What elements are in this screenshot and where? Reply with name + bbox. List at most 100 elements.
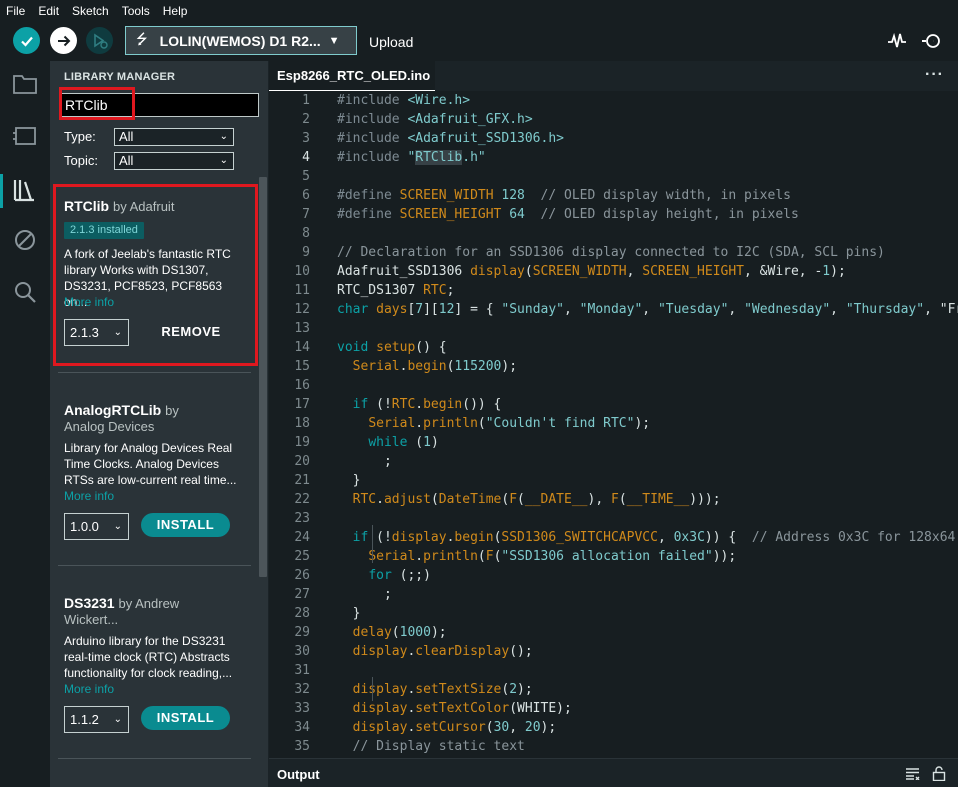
more-info-link[interactable]: More info bbox=[64, 489, 114, 503]
activity-bar bbox=[0, 61, 50, 787]
code-line[interactable]: #include <Adafruit_GFX.h> bbox=[337, 112, 533, 127]
code-line[interactable]: for (;;) bbox=[337, 568, 431, 583]
line-number: 23 bbox=[294, 511, 310, 526]
code-line[interactable]: while (1) bbox=[337, 435, 438, 450]
line-number: 31 bbox=[294, 663, 310, 678]
debug-disabled-icon[interactable] bbox=[12, 227, 38, 253]
line-number: 34 bbox=[294, 720, 310, 735]
output-tab[interactable]: Output bbox=[277, 767, 320, 782]
serial-plotter-button[interactable] bbox=[886, 30, 908, 52]
output-panel-header: Output bbox=[269, 758, 958, 787]
code-line[interactable]: #include "RTClib.h" bbox=[337, 150, 486, 165]
code-line[interactable]: } bbox=[337, 606, 361, 621]
version-select[interactable]: 1.0.0 ⌄ bbox=[64, 513, 129, 540]
line-number: 27 bbox=[294, 587, 310, 602]
library-manager-icon[interactable] bbox=[12, 177, 38, 203]
board-selector[interactable]: ⭍ LOLIN(WEMOS) D1 R2... ▼ bbox=[125, 26, 357, 55]
type-select[interactable]: All ⌄ bbox=[114, 128, 234, 146]
code-line[interactable]: display.clearDisplay(); bbox=[337, 644, 533, 659]
code-line[interactable]: display.setTextSize(2); bbox=[337, 682, 533, 697]
code-line[interactable]: RTC_DS1307 RTC; bbox=[337, 283, 454, 298]
code-line[interactable]: delay(1000); bbox=[337, 625, 447, 640]
type-value: All bbox=[119, 129, 134, 144]
code-line[interactable]: if (!RTC.begin()) { bbox=[337, 397, 502, 412]
menu-help[interactable]: Help bbox=[163, 4, 188, 18]
more-options-icon[interactable]: ··· bbox=[925, 66, 944, 84]
menu-edit[interactable]: Edit bbox=[38, 4, 59, 18]
code-line[interactable]: display.setTextColor(WHITE); bbox=[337, 701, 572, 716]
debug-icon bbox=[93, 32, 108, 49]
code-editor[interactable]: 1 2 3 4 5 6 7 8 9 10 11 12 13 14 15 16 17 18 19 20 21 22 23 24 2… bbox=[269, 91, 958, 758]
menu-file[interactable]: File bbox=[6, 4, 25, 18]
card-divider bbox=[58, 372, 251, 373]
line-number: 16 bbox=[294, 378, 310, 393]
checkmark-icon bbox=[20, 36, 33, 47]
code-line[interactable]: Serial.println("Couldn't find RTC"); bbox=[337, 416, 650, 431]
library-name: AnalogRTCLib by bbox=[64, 402, 179, 418]
line-number: 6 bbox=[302, 188, 310, 203]
code-line[interactable]: ; bbox=[337, 587, 392, 602]
active-indicator bbox=[0, 174, 3, 208]
arrow-right-icon bbox=[57, 35, 70, 46]
version-value: 1.1.2 bbox=[70, 712, 99, 727]
more-info-link[interactable]: More info bbox=[64, 295, 114, 309]
debug-button[interactable] bbox=[86, 27, 113, 54]
serial-monitor-button[interactable] bbox=[921, 30, 943, 52]
code-line[interactable]: Serial.begin(115200); bbox=[337, 359, 517, 374]
lock-icon[interactable] bbox=[932, 766, 946, 781]
line-number: 22 bbox=[294, 492, 310, 507]
code-line[interactable]: char days[7][12] = { "Sunday", "Monday",… bbox=[337, 302, 958, 317]
library-author: by bbox=[165, 403, 179, 418]
line-number: 2 bbox=[302, 112, 310, 127]
more-info-link[interactable]: More info bbox=[64, 682, 114, 696]
upload-button[interactable] bbox=[50, 27, 77, 54]
code-line[interactable]: Adafruit_SSD1306 display(SCREEN_WIDTH, S… bbox=[337, 264, 846, 279]
code-line[interactable]: #include <Adafruit_SSD1306.h> bbox=[337, 131, 564, 146]
code-line[interactable]: #define SCREEN_WIDTH 128 // OLED display… bbox=[337, 188, 791, 203]
verify-button[interactable] bbox=[13, 27, 40, 54]
line-number: 28 bbox=[294, 606, 310, 621]
menu-sketch[interactable]: Sketch bbox=[72, 4, 109, 18]
chevron-down-icon: ⌄ bbox=[219, 155, 228, 166]
code-line[interactable]: #define SCREEN_HEIGHT 64 // OLED display… bbox=[337, 207, 799, 222]
install-button[interactable]: INSTALL bbox=[141, 513, 230, 537]
line-number: 4 bbox=[302, 150, 310, 165]
code-line[interactable]: #include <Wire.h> bbox=[337, 93, 470, 108]
indent-guide bbox=[372, 677, 373, 701]
board-name: LOLIN(WEMOS) D1 R2... bbox=[159, 32, 321, 49]
code-line[interactable]: Serial.println(F("SSD1306 allocation fai… bbox=[337, 549, 736, 564]
line-number: 17 bbox=[294, 397, 310, 412]
line-number: 32 bbox=[294, 682, 310, 697]
boards-manager-icon[interactable] bbox=[12, 123, 38, 149]
search-icon[interactable] bbox=[12, 279, 38, 305]
library-search-input[interactable]: RTClib bbox=[59, 93, 259, 117]
code-line[interactable]: // Display static text bbox=[337, 739, 525, 754]
library-scrollbar[interactable] bbox=[259, 177, 267, 577]
usb-icon: ⭍ bbox=[136, 30, 148, 47]
menu-tools[interactable]: Tools bbox=[122, 4, 150, 18]
chevron-down-icon: ⌄ bbox=[219, 131, 228, 142]
code-line[interactable]: // Declaration for an SSD1306 display co… bbox=[337, 245, 885, 260]
panel-title: LIBRARY MANAGER bbox=[64, 71, 176, 83]
install-button[interactable]: INSTALL bbox=[141, 706, 230, 730]
code-line[interactable]: ; bbox=[337, 454, 392, 469]
code-line[interactable]: display.setCursor(30, 20); bbox=[337, 720, 557, 735]
code-line[interactable]: if (!display.begin(SSD1306_SWITCHCAPVCC,… bbox=[337, 530, 956, 545]
topic-select[interactable]: All ⌄ bbox=[114, 152, 234, 170]
code-line[interactable]: } bbox=[337, 473, 361, 488]
code-line[interactable]: void setup() { bbox=[337, 340, 447, 355]
upload-tooltip: Upload bbox=[369, 34, 414, 50]
version-select[interactable]: 1.1.2 ⌄ bbox=[64, 706, 129, 733]
line-number: 12 bbox=[294, 302, 310, 317]
library-name: DS3231 by Andrew bbox=[64, 595, 180, 611]
clear-output-icon[interactable] bbox=[905, 768, 920, 780]
library-description: Arduino library for the DS3231 real-time… bbox=[64, 634, 233, 680]
version-select[interactable]: 2.1.3 ⌄ bbox=[64, 319, 129, 346]
menu-bar: File Edit Sketch Tools Help bbox=[0, 0, 958, 21]
library-name: RTClib by Adafruit bbox=[64, 198, 175, 214]
code-line[interactable]: RTC.adjust(DateTime(F(__DATE__), F(__TIM… bbox=[337, 492, 721, 507]
tab-sketch[interactable]: Esp8266_RTC_OLED.ino bbox=[269, 61, 435, 91]
folder-icon[interactable] bbox=[12, 71, 38, 97]
remove-button[interactable]: REMOVE bbox=[146, 320, 236, 344]
line-number: 15 bbox=[294, 359, 310, 374]
